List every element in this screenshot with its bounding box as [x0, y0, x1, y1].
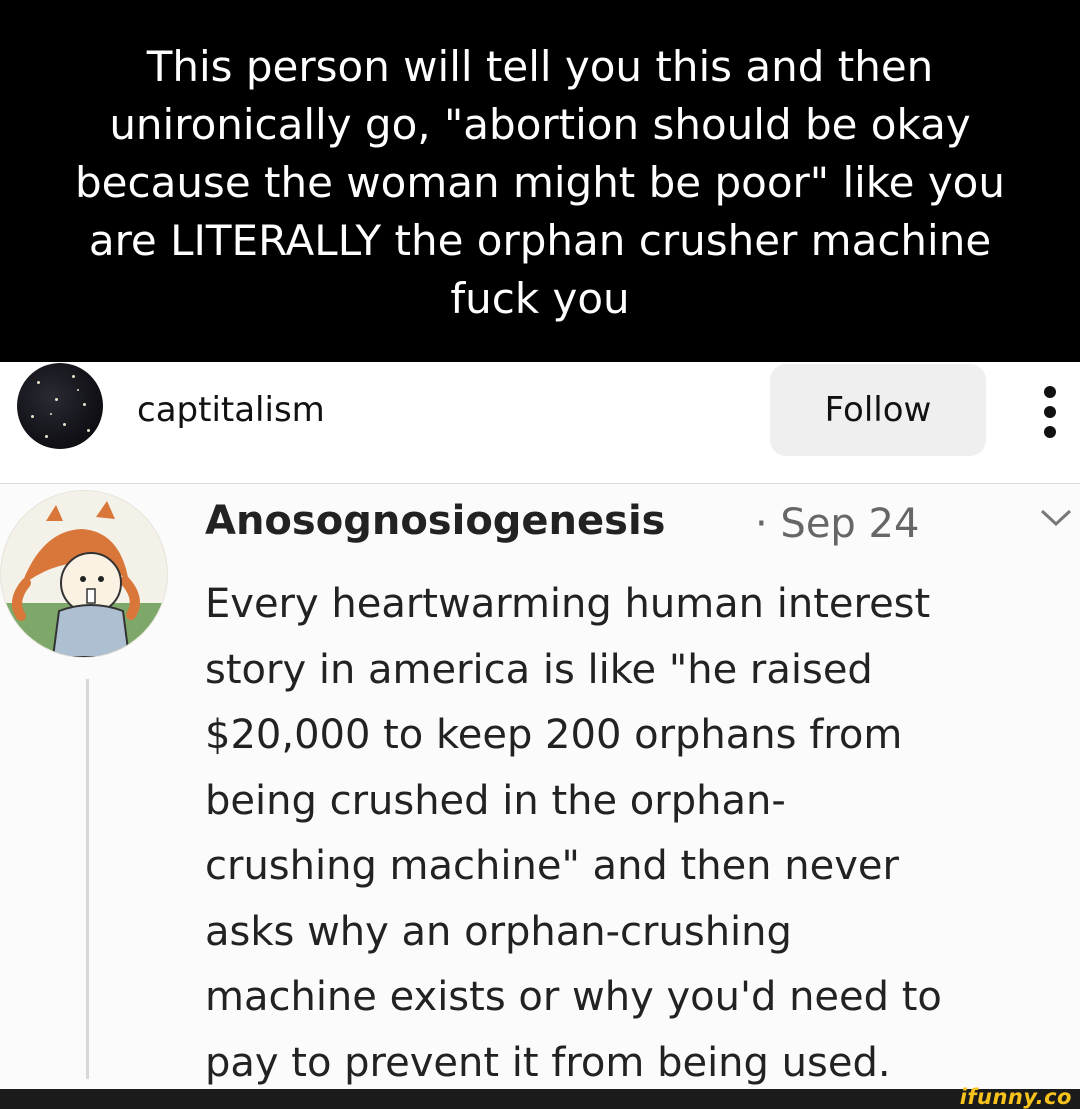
footer-bar: ifunny.co	[0, 1085, 1080, 1109]
account-row: captitalism Follow	[0, 362, 1080, 482]
account-username[interactable]: captitalism	[137, 390, 325, 430]
thread-line	[86, 679, 89, 1079]
post-date: · Sep 24	[755, 501, 920, 547]
cartoon-girl-avatar-icon	[0, 490, 168, 658]
ifunny-watermark: ifunny.co	[959, 1085, 1072, 1109]
caption-band: This person will tell you this and then …	[0, 0, 1080, 362]
account-avatar[interactable]	[17, 363, 103, 449]
post-author: Anosognosiogenesis	[205, 498, 666, 544]
meme-caption: This person will tell you this and then …	[74, 42, 1005, 323]
chevron-down-icon	[1040, 509, 1072, 527]
more-vertical-icon[interactable]	[1036, 384, 1066, 440]
follow-button[interactable]: Follow	[770, 364, 986, 456]
post-body: Every heartwarming human interest story …	[205, 581, 942, 1086]
embedded-post-screenshot: Anosognosiogenesis · Sep 24 Every heartw…	[0, 484, 1080, 1089]
